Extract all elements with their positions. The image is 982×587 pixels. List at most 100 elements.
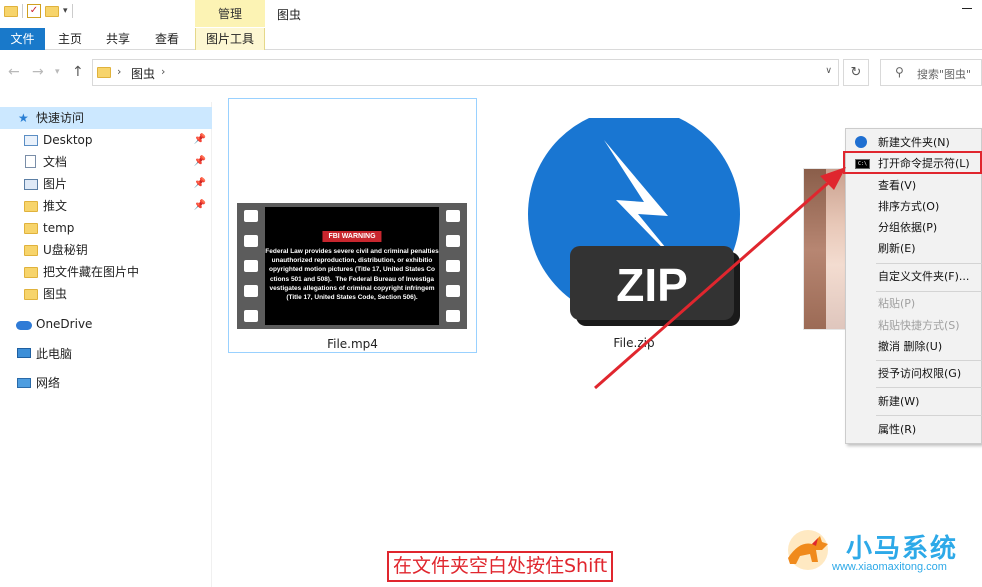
menu-item-label: 自定义文件夹(F)... <box>878 270 970 283</box>
back-arrow-icon[interactable]: ← <box>8 64 20 80</box>
sidebar-item-desktop[interactable]: Desktop 📌 <box>0 129 212 151</box>
sidebar-item-label: 把文件藏在图片中 <box>43 265 140 279</box>
cloud-icon <box>16 321 32 330</box>
refresh-button[interactable]: ↻ <box>843 59 869 86</box>
film-hole <box>244 210 258 222</box>
film-hole <box>244 285 258 297</box>
sidebar-item-label: temp <box>43 221 75 235</box>
file-name: File.zip <box>613 336 655 350</box>
ribbon-tabs: 文件 主页 共享 查看 图片工具 <box>0 28 982 50</box>
menu-item-paste-shortcut: 粘贴快捷方式(S) <box>846 315 982 336</box>
brand-url: www.xiaomaxitong.com <box>832 561 947 573</box>
menu-item-new-folder[interactable]: 新建文件夹(N) <box>846 132 982 153</box>
menu-item-customize-folder[interactable]: 自定义文件夹(F)... <box>846 266 982 287</box>
breadcrumb[interactable]: 图虫 <box>131 65 155 82</box>
menu-item-label: 新建(W) <box>878 395 920 408</box>
address-bar[interactable]: › 图虫 › ∨ <box>92 59 839 86</box>
sidebar-item-quick-access[interactable]: ★ 快速访问 <box>0 107 212 129</box>
properties-icon[interactable]: ✓ <box>27 4 41 18</box>
menu-divider <box>876 387 982 388</box>
sidebar-item-this-pc[interactable]: 此电脑 <box>0 343 212 365</box>
new-folder-icon[interactable] <box>45 5 59 17</box>
video-thumbnail: FBI WARNING Federal Law provides severe … <box>237 203 467 329</box>
folder-icon[interactable] <box>4 5 18 17</box>
zip-label: ZIP <box>616 259 688 311</box>
watermark-logo: 小马系统 www.xiaomaxitong.com <box>782 528 978 578</box>
file-item-mp4[interactable]: FBI WARNING Federal Law provides severe … <box>228 98 477 353</box>
sidebar-item-onedrive[interactable]: OneDrive <box>0 313 212 335</box>
customize-dropdown-icon[interactable]: ▾ <box>63 6 68 16</box>
menu-item-label: 属性(R) <box>878 423 917 436</box>
menu-item-undo-delete[interactable]: 撤消 删除(U) <box>846 336 982 357</box>
tab-share[interactable]: 共享 <box>97 28 139 50</box>
title-bar: ✓ ▾ 管理 图虫 <box>0 0 982 28</box>
divider <box>22 4 23 18</box>
fbi-warning-text: Federal Law provides severe civil and cr… <box>265 248 439 302</box>
film-hole <box>446 260 460 272</box>
sidebar-item-temp[interactable]: temp <box>0 217 212 239</box>
menu-divider <box>876 291 982 292</box>
sidebar-item-documents[interactable]: 文档 📌 <box>0 151 212 173</box>
folder-icon <box>24 267 38 278</box>
image-thumbnail[interactable] <box>803 168 851 330</box>
fbi-warning-banner: FBI WARNING <box>322 231 382 242</box>
computer-icon <box>17 348 31 358</box>
film-hole <box>244 260 258 272</box>
forward-arrow-icon[interactable]: → <box>32 64 44 80</box>
menu-item-new[interactable]: 新建(W) <box>846 391 982 412</box>
menu-item-paste: 粘贴(P) <box>846 293 982 314</box>
zip-icon: ZIP <box>528 108 740 326</box>
menu-item-properties[interactable]: 属性(R) <box>846 419 982 440</box>
up-arrow-icon[interactable]: ↑ <box>72 64 84 80</box>
sidebar-item-label: 文档 <box>43 155 68 169</box>
sidebar-item-label: U盘秘钥 <box>43 243 88 257</box>
sidebar-item-hide-files[interactable]: 把文件藏在图片中 <box>0 261 212 283</box>
highlight-annotation <box>843 151 982 174</box>
chevron-right-icon[interactable]: › <box>117 65 121 78</box>
sidebar-item-tuchong[interactable]: 图虫 <box>0 283 212 305</box>
tab-file[interactable]: 文件 <box>0 28 45 50</box>
film-hole <box>446 210 460 222</box>
menu-item-view[interactable]: 查看(V) <box>846 175 982 196</box>
minimize-icon[interactable] <box>962 8 972 9</box>
chevron-down-icon[interactable]: ∨ <box>825 66 832 76</box>
sidebar-item-network[interactable]: 网络 <box>0 372 212 394</box>
network-icon <box>17 378 31 388</box>
folder-icon <box>24 223 38 234</box>
film-hole <box>244 235 258 247</box>
tab-picture-tools[interactable]: 图片工具 <box>195 28 265 50</box>
pin-icon: 📌 <box>193 178 206 189</box>
menu-item-label: 刷新(E) <box>878 242 916 255</box>
menu-divider <box>876 360 982 361</box>
folder-icon <box>24 245 38 256</box>
search-input[interactable]: ⚲ 搜索"图虫" <box>880 59 982 86</box>
menu-item-group-by[interactable]: 分组依据(P) <box>846 217 982 238</box>
pin-icon: 📌 <box>193 134 206 145</box>
chevron-right-icon[interactable]: › <box>161 65 165 78</box>
window-title: 图虫 <box>277 8 302 22</box>
sidebar-item-usb-key[interactable]: U盘秘钥 <box>0 239 212 261</box>
navigation-bar: ← → ▾ ↑ › 图虫 › ∨ ↻ ⚲ 搜索"图虫" <box>0 56 982 88</box>
menu-item-label: 撤消 删除(U) <box>878 340 943 353</box>
manage-context-tab[interactable]: 管理 <box>195 0 265 27</box>
pin-icon: 📌 <box>193 156 206 167</box>
photo-detail <box>804 169 826 329</box>
navigation-pane: ★ 快速访问 Desktop 📌 文档 📌 图片 📌 推文 📌 temp U盘秘… <box>0 102 212 587</box>
folder-icon <box>24 201 38 212</box>
menu-item-label: 新建文件夹(N) <box>878 136 950 149</box>
menu-item-refresh[interactable]: 刷新(E) <box>846 238 982 259</box>
recent-dropdown-icon[interactable]: ▾ <box>55 67 60 77</box>
sidebar-item-label: 图虫 <box>43 287 68 301</box>
sidebar-item-pictures[interactable]: 图片 📌 <box>0 173 212 195</box>
sidebar-item-label: 推文 <box>43 199 68 213</box>
desktop-icon <box>24 135 38 146</box>
tab-home[interactable]: 主页 <box>49 28 91 50</box>
tab-view[interactable]: 查看 <box>146 28 188 50</box>
file-item-zip[interactable]: ZIP File.zip <box>526 108 746 350</box>
film-hole <box>446 285 460 297</box>
menu-item-sort-by[interactable]: 排序方式(O) <box>846 196 982 217</box>
sidebar-item-label: 此电脑 <box>36 347 73 361</box>
sidebar-item-label: 快速访问 <box>36 111 85 125</box>
menu-item-give-access[interactable]: 授予访问权限(G) <box>846 363 982 384</box>
sidebar-item-tuiwen[interactable]: 推文 📌 <box>0 195 212 217</box>
